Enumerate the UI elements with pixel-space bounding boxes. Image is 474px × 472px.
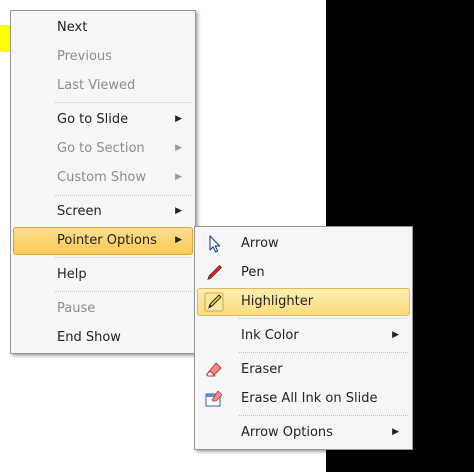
submenu-arrow-icon: ▶ xyxy=(175,235,182,245)
menu-item-label: Pointer Options xyxy=(57,233,157,248)
menu-item-pause[interactable]: Pause xyxy=(13,295,193,323)
menu-separator xyxy=(239,415,408,416)
submenu-arrow-icon: ▶ xyxy=(392,427,399,437)
menu-item-end-show[interactable]: End Show xyxy=(13,324,193,352)
menu-item-label: Ink Color xyxy=(241,328,299,343)
menu-item-previous[interactable]: Previous xyxy=(13,43,193,71)
menu-item-last-viewed[interactable]: Last Viewed xyxy=(13,72,193,100)
menu-item-label: Eraser xyxy=(241,362,283,377)
menu-item-label: Erase All Ink on Slide xyxy=(241,391,378,406)
menu-item-arrow[interactable]: Arrow xyxy=(197,230,410,258)
menu-item-label: Pen xyxy=(241,265,265,280)
menu-item-label: End Show xyxy=(57,330,121,345)
menu-item-label: Screen xyxy=(57,204,102,219)
slideshow-context-menu: Next Previous Last Viewed Go to Slide ▶ … xyxy=(10,10,196,354)
menu-item-label: Arrow Options xyxy=(241,425,333,440)
menu-item-label: Next xyxy=(57,20,88,35)
menu-item-help[interactable]: Help xyxy=(13,261,193,289)
menu-separator xyxy=(239,318,408,319)
menu-separator xyxy=(239,352,408,353)
highlighter-icon xyxy=(204,292,224,312)
arrow-pointer-icon xyxy=(209,235,221,253)
menu-item-label: Pause xyxy=(57,301,96,316)
menu-item-label: Help xyxy=(57,267,87,282)
submenu-arrow-icon: ▶ xyxy=(392,330,399,340)
erase-all-ink-icon xyxy=(205,390,223,407)
menu-item-eraser[interactable]: Eraser xyxy=(197,356,410,384)
menu-separator xyxy=(55,257,191,258)
menu-separator xyxy=(55,195,191,196)
submenu-arrow-icon: ▶ xyxy=(175,143,182,153)
menu-item-screen[interactable]: Screen ▶ xyxy=(13,198,193,226)
menu-item-label: Highlighter xyxy=(241,294,314,309)
menu-item-label: Last Viewed xyxy=(57,78,136,93)
menu-item-go-to-section[interactable]: Go to Section ▶ xyxy=(13,135,193,163)
menu-item-ink-color[interactable]: Ink Color ▶ xyxy=(197,322,410,350)
pointer-options-submenu: Arrow Pen Highlighter Ink Color ▶ Eraser xyxy=(194,226,413,450)
menu-item-label: Go to Section xyxy=(57,141,145,156)
menu-separator xyxy=(55,102,191,103)
menu-item-erase-all-ink[interactable]: Erase All Ink on Slide xyxy=(197,385,410,413)
menu-item-label: Custom Show xyxy=(57,170,147,185)
menu-item-go-to-slide[interactable]: Go to Slide ▶ xyxy=(13,106,193,134)
menu-separator xyxy=(55,291,191,292)
submenu-arrow-icon: ▶ xyxy=(175,172,182,182)
submenu-arrow-icon: ▶ xyxy=(175,114,182,124)
menu-item-label: Go to Slide xyxy=(57,112,129,127)
menu-item-next[interactable]: Next xyxy=(13,14,193,42)
submenu-arrow-icon: ▶ xyxy=(175,206,182,216)
eraser-icon xyxy=(206,362,222,377)
menu-item-pointer-options[interactable]: Pointer Options ▶ xyxy=(13,227,193,255)
pen-icon xyxy=(207,265,222,281)
menu-item-custom-show[interactable]: Custom Show ▶ xyxy=(13,164,193,192)
menu-item-label: Arrow xyxy=(241,236,279,251)
menu-item-arrow-options[interactable]: Arrow Options ▶ xyxy=(197,419,410,447)
menu-item-highlighter[interactable]: Highlighter xyxy=(197,288,410,316)
menu-item-pen[interactable]: Pen xyxy=(197,259,410,287)
menu-item-label: Previous xyxy=(57,49,112,64)
